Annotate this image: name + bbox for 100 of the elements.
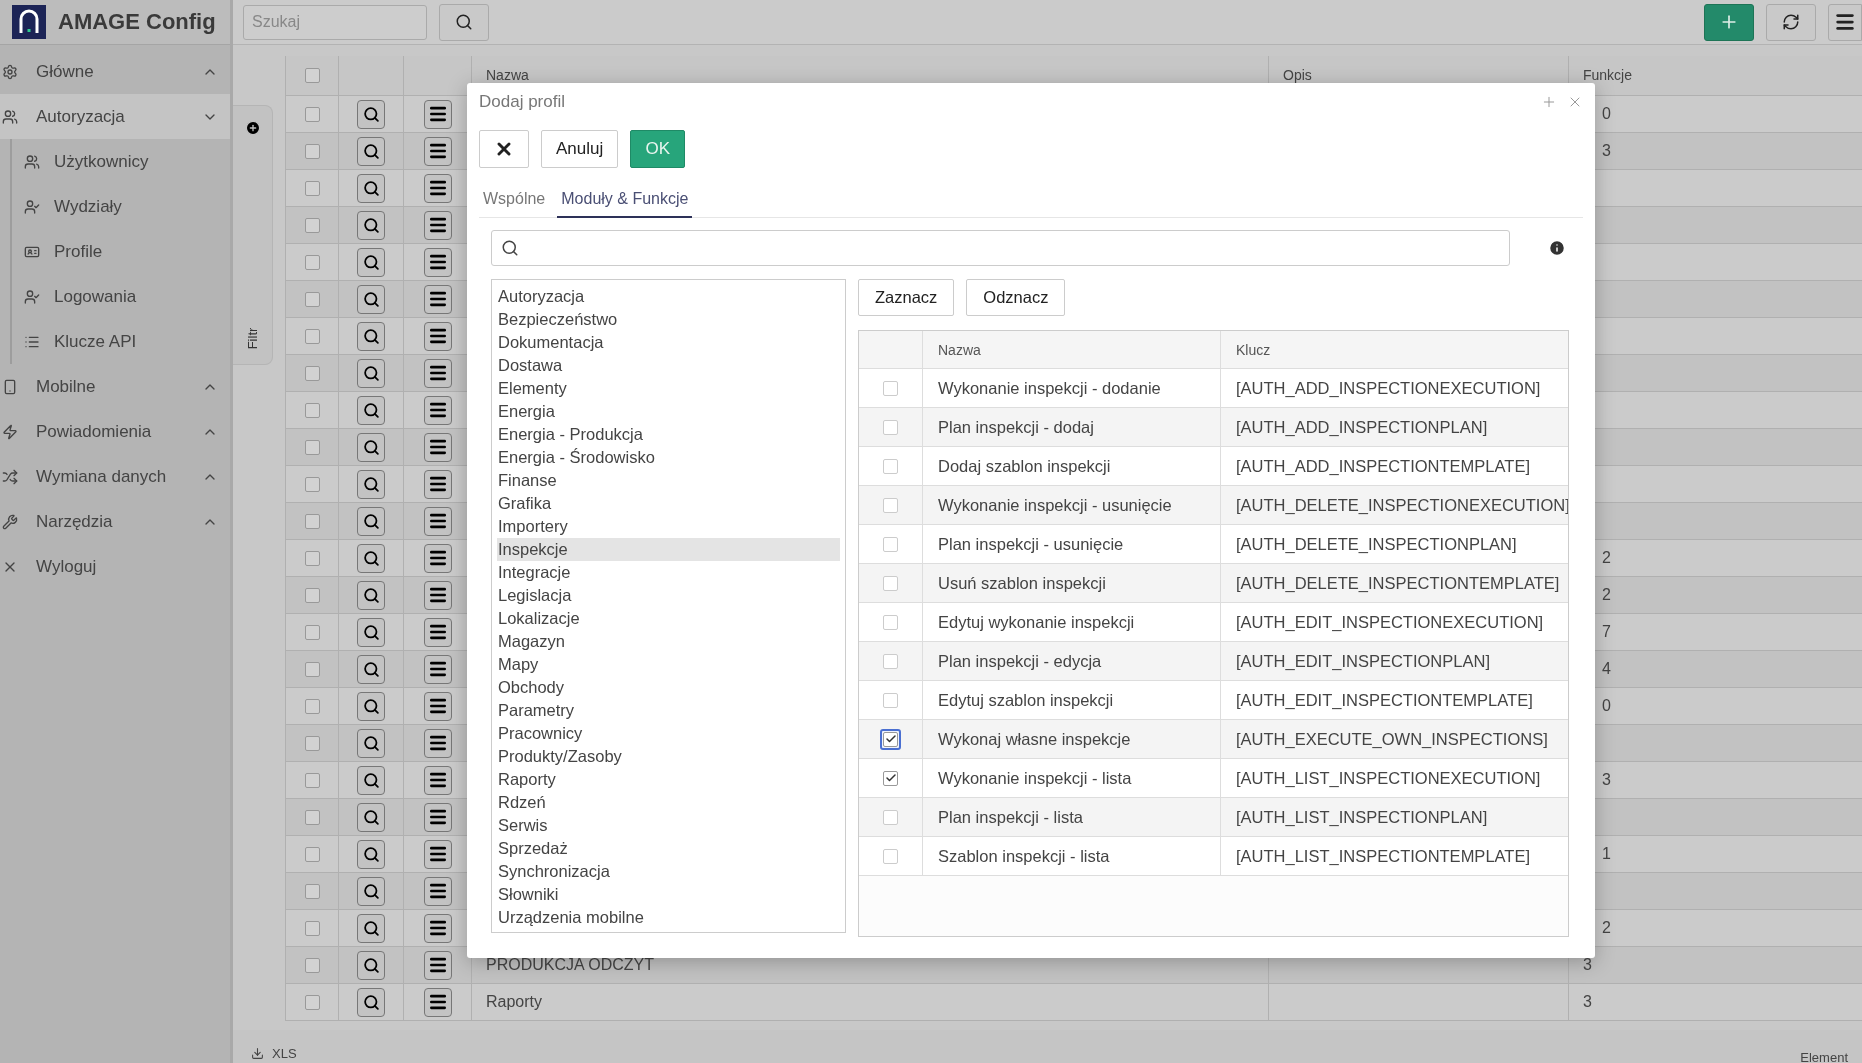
module-item[interactable]: Raporty [497, 768, 840, 791]
cancel-button[interactable]: Anuluj [541, 130, 619, 168]
menu-button[interactable] [423, 913, 452, 943]
sidebar-item[interactable]: Główne [0, 49, 230, 94]
row-checkbox[interactable] [304, 957, 320, 973]
deselect-all-button[interactable]: Odznacz [966, 279, 1066, 316]
column-header[interactable]: Nazwa [486, 67, 529, 83]
row-checkbox[interactable] [304, 994, 320, 1010]
module-item[interactable]: Inspekcje [497, 538, 840, 561]
sidebar-item[interactable]: Narzędzia [0, 499, 230, 544]
function-checkbox[interactable] [883, 653, 898, 669]
search-button[interactable] [357, 913, 385, 943]
module-item[interactable]: Dokumentacja [497, 331, 840, 354]
search-button[interactable] [357, 728, 385, 758]
menu-button[interactable] [423, 395, 452, 425]
row-checkbox[interactable] [304, 291, 320, 307]
module-item[interactable]: Grafika [497, 492, 840, 515]
menu-button[interactable] [423, 136, 452, 166]
module-item[interactable]: Mapy [497, 653, 840, 676]
module-item[interactable]: Rdzeń [497, 791, 840, 814]
menu-button[interactable] [1828, 3, 1862, 41]
column-header[interactable]: Klucz [1236, 341, 1271, 358]
module-item[interactable]: Energia - Środowisko [497, 446, 840, 469]
row-checkbox[interactable] [304, 661, 320, 677]
row-checkbox[interactable] [304, 772, 320, 788]
row-checkbox[interactable] [304, 920, 320, 936]
row-checkbox[interactable] [304, 328, 320, 344]
column-header[interactable]: Nazwa [938, 341, 981, 358]
search-button[interactable] [357, 765, 385, 795]
close-button[interactable] [479, 130, 529, 168]
function-checkbox[interactable] [883, 770, 898, 786]
search-button[interactable] [357, 136, 385, 166]
sidebar-item[interactable]: Mobilne [0, 364, 230, 409]
search-button[interactable] [357, 321, 385, 351]
search-button[interactable] [357, 580, 385, 610]
search-button[interactable] [357, 839, 385, 869]
refresh-button[interactable] [1766, 3, 1816, 41]
sidebar-item[interactable]: Autoryzacja [0, 94, 230, 139]
function-checkbox[interactable] [883, 809, 898, 825]
row-checkbox[interactable] [304, 143, 320, 159]
function-checkbox[interactable] [883, 536, 898, 552]
module-item[interactable]: Sprzedaż [497, 837, 840, 860]
search-button[interactable] [357, 543, 385, 573]
row-checkbox[interactable] [304, 217, 320, 233]
function-checkbox[interactable] [883, 614, 898, 630]
menu-button[interactable] [423, 728, 452, 758]
sidebar-subitem[interactable]: Użytkownicy [12, 139, 230, 184]
menu-button[interactable] [423, 876, 452, 906]
menu-button[interactable] [423, 210, 452, 240]
column-header[interactable]: Opis [1283, 67, 1312, 83]
menu-button[interactable] [423, 691, 452, 721]
search-field[interactable] [491, 230, 1510, 266]
row-checkbox[interactable] [304, 809, 320, 825]
menu-button[interactable] [423, 617, 452, 647]
menu-button[interactable] [423, 99, 452, 129]
menu-button[interactable] [423, 321, 452, 351]
search-button[interactable] [357, 358, 385, 388]
module-item[interactable]: Energia - Produkcja [497, 423, 840, 446]
module-item[interactable]: Finanse [497, 469, 840, 492]
module-item[interactable]: Integracje [497, 561, 840, 584]
search-button[interactable] [357, 506, 385, 536]
search-button[interactable] [357, 469, 385, 499]
row-checkbox[interactable] [304, 624, 320, 640]
export-link[interactable]: XLS [251, 1047, 297, 1060]
select-all-button[interactable]: Zaznacz [858, 279, 955, 316]
search-button[interactable] [357, 950, 385, 980]
menu-button[interactable] [423, 469, 452, 499]
sidebar-subitem[interactable]: Wydziały [12, 184, 230, 229]
search-button[interactable] [357, 284, 385, 314]
row-checkbox[interactable] [304, 439, 320, 455]
row-checkbox[interactable] [304, 883, 320, 899]
function-checkbox[interactable] [883, 575, 898, 591]
tab[interactable]: Moduły & Funkcje [557, 184, 693, 218]
menu-button[interactable] [423, 580, 452, 610]
menu-button[interactable] [423, 432, 452, 462]
menu-button[interactable] [423, 284, 452, 314]
module-item[interactable]: Importery [497, 515, 840, 538]
module-item[interactable]: Produkty/Zasoby [497, 745, 840, 768]
search-button[interactable] [357, 432, 385, 462]
search-button[interactable] [357, 210, 385, 240]
search-button[interactable] [357, 876, 385, 906]
sidebar-subitem[interactable]: Profile [12, 229, 230, 274]
module-item[interactable]: Dostawa [497, 354, 840, 377]
row-checkbox[interactable] [304, 587, 320, 603]
row-checkbox[interactable] [304, 476, 320, 492]
tab[interactable]: Wspólne [479, 184, 550, 218]
search-button[interactable] [357, 247, 385, 277]
function-checkbox[interactable] [883, 458, 898, 474]
module-item[interactable]: Magazyn [497, 630, 840, 653]
row-checkbox[interactable] [304, 846, 320, 862]
search-button[interactable] [357, 987, 385, 1017]
sidebar-subitem[interactable]: Logowania [12, 274, 230, 319]
search-button[interactable] [357, 691, 385, 721]
search-button[interactable] [357, 99, 385, 129]
search-button[interactable] [357, 395, 385, 425]
module-item[interactable]: Elementy [497, 377, 840, 400]
row-checkbox[interactable] [304, 550, 320, 566]
row-checkbox[interactable] [304, 735, 320, 751]
select-all-checkbox[interactable] [304, 68, 320, 83]
function-checkbox[interactable] [883, 497, 898, 513]
